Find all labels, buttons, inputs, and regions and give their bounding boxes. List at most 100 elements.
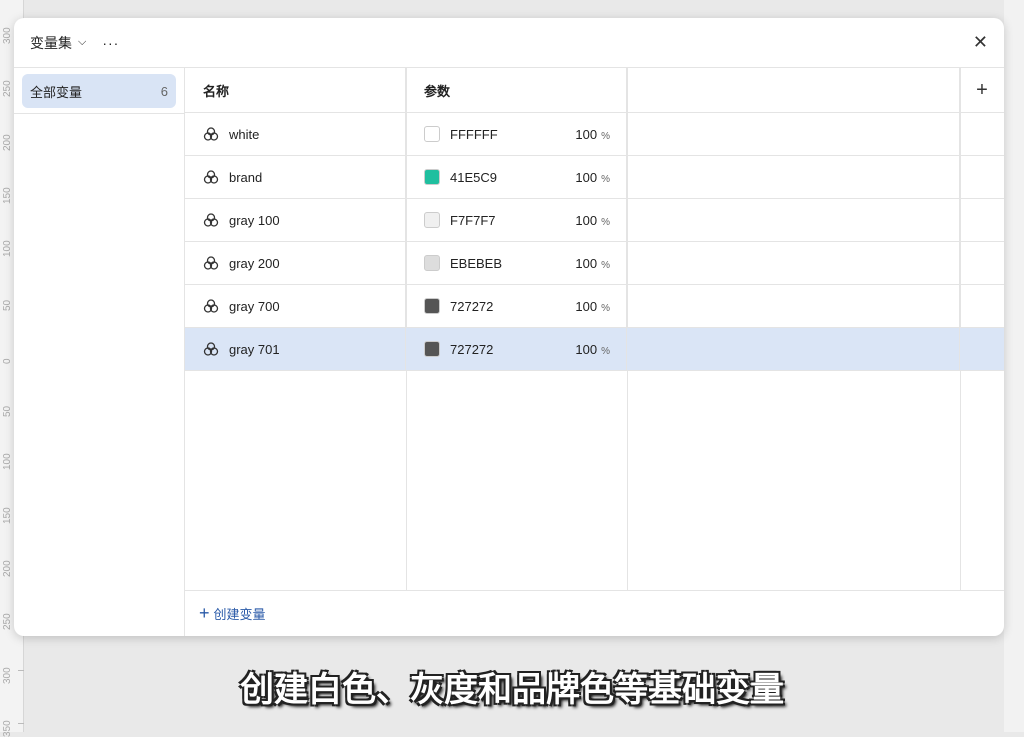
variable-name: gray 701 — [229, 341, 280, 357]
variable-value-cell[interactable]: F7F7F7 100% — [406, 199, 627, 241]
variable-name-cell[interactable]: gray 200 — [185, 242, 406, 284]
opacity-number: 100 — [575, 341, 598, 357]
variable-name: gray 100 — [229, 212, 280, 228]
table-header: 名称 参数 + — [185, 68, 1004, 113]
close-icon[interactable]: ✕ — [973, 32, 988, 53]
hex-value[interactable]: FFFFFF — [450, 127, 498, 142]
opacity-number: 100 — [575, 126, 598, 142]
empty-cell — [960, 113, 1004, 155]
variable-name-cell[interactable]: white — [185, 113, 406, 155]
variable-name-cell[interactable]: gray 701 — [185, 328, 406, 370]
table-row[interactable]: gray 100 F7F7F7 100% — [185, 199, 1004, 242]
percent-unit: % — [601, 302, 610, 314]
create-variable-label: 创建变量 — [213, 607, 266, 622]
ruler-label: 100 — [2, 453, 13, 471]
ruler-label: 200 — [2, 133, 13, 151]
variable-name-cell[interactable]: brand — [185, 156, 406, 198]
hex-value[interactable]: 727272 — [450, 299, 493, 314]
color-variable-icon — [203, 169, 219, 185]
color-swatch[interactable] — [424, 169, 440, 185]
ruler-label: 100 — [2, 240, 13, 258]
color-swatch[interactable] — [424, 212, 440, 228]
table-row[interactable]: gray 700 727272 100% — [185, 285, 1004, 328]
percent-unit: % — [601, 130, 610, 142]
variable-name-cell[interactable]: gray 100 — [185, 199, 406, 241]
sidebar-item-label: 全部变量 — [30, 84, 83, 100]
column-header-param: 参数 — [406, 68, 627, 112]
variables-dialog: 变量集 ⌵ ··· ✕ 全部变量 6 名称 参数 + white FFFFFF 1… — [14, 18, 1004, 636]
empty-cell — [960, 199, 1004, 241]
ruler-label: 150 — [2, 187, 13, 204]
opacity-value[interactable]: 100% — [575, 299, 610, 314]
percent-unit: % — [601, 173, 610, 185]
column-header-name: 名称 — [185, 68, 406, 112]
empty-cell — [627, 199, 960, 241]
collection-title[interactable]: 变量集 — [30, 33, 72, 53]
hex-value[interactable]: 41E5C9 — [450, 170, 497, 185]
hex-value[interactable]: 727272 — [450, 342, 493, 357]
ruler-label: 300 — [2, 27, 13, 44]
color-variable-icon — [203, 341, 219, 357]
opacity-value[interactable]: 100% — [575, 256, 610, 271]
opacity-value[interactable]: 100% — [575, 170, 610, 185]
color-swatch[interactable] — [424, 126, 440, 142]
opacity-number: 100 — [575, 212, 598, 228]
percent-unit: % — [601, 345, 610, 357]
table-row[interactable]: brand 41E5C9 100% — [185, 156, 1004, 199]
opacity-value[interactable]: 100% — [575, 213, 610, 228]
variable-name: gray 200 — [229, 255, 280, 271]
video-caption: 创建白色、灰度和品牌色等基础变量 — [240, 670, 784, 710]
opacity-value[interactable]: 100% — [575, 342, 610, 357]
variable-value-cell[interactable]: 727272 100% — [406, 285, 627, 327]
variable-name-cell[interactable]: gray 700 — [185, 285, 406, 327]
sidebar-item-all-variables[interactable]: 全部变量 6 — [22, 74, 176, 108]
ruler-label: 50 — [2, 299, 13, 311]
more-options-icon[interactable]: ··· — [102, 35, 119, 51]
canvas-background — [1004, 0, 1024, 732]
color-swatch[interactable] — [424, 255, 440, 271]
hex-value[interactable]: EBEBEB — [450, 256, 502, 271]
percent-unit: % — [601, 259, 610, 271]
variables-table: 名称 参数 + white FFFFFF 100% brand 41E5C9 100… — [185, 68, 1004, 636]
color-variable-icon — [203, 212, 219, 228]
variable-value-cell[interactable]: EBEBEB 100% — [406, 242, 627, 284]
table-row[interactable]: white FFFFFF 100% — [185, 113, 1004, 156]
variable-name: white — [229, 126, 260, 142]
percent-unit: % — [601, 216, 610, 228]
table-row[interactable]: gray 200 EBEBEB 100% — [185, 242, 1004, 285]
column-header-empty — [627, 68, 960, 112]
color-swatch[interactable] — [424, 298, 440, 314]
chevron-down-icon[interactable]: ⌵ — [78, 36, 86, 49]
ruler-label: 250 — [2, 613, 13, 631]
opacity-value[interactable]: 100% — [575, 127, 610, 142]
empty-cell — [627, 285, 960, 327]
ruler-label: 0 — [2, 358, 13, 364]
variable-value-cell[interactable]: 727272 100% — [406, 328, 627, 370]
variable-value-cell[interactable]: 41E5C9 100% — [406, 156, 627, 198]
empty-cell — [960, 242, 1004, 284]
empty-cell — [960, 328, 1004, 370]
create-variable-button[interactable]: + 创建变量 — [185, 590, 1004, 636]
color-variable-icon — [203, 126, 219, 142]
ruler-label: 50 — [2, 405, 13, 418]
empty-cell — [627, 242, 960, 284]
hex-value[interactable]: F7F7F7 — [450, 213, 496, 228]
color-variable-icon — [203, 298, 219, 314]
ruler-label: 350 — [2, 720, 13, 737]
variable-value-cell[interactable]: FFFFFF 100% — [406, 113, 627, 155]
opacity-number: 100 — [575, 255, 598, 271]
ruler-tick — [18, 722, 24, 724]
dialog-header: 变量集 ⌵ ··· — [14, 18, 1004, 68]
plus-icon: + — [199, 603, 210, 623]
add-column-button[interactable]: + — [960, 68, 1004, 112]
opacity-number: 100 — [575, 298, 598, 314]
ruler-label: 150 — [2, 507, 13, 524]
empty-cell — [627, 156, 960, 198]
table-row[interactable]: gray 701 727272 100% — [185, 328, 1004, 371]
variable-name: brand — [229, 169, 263, 185]
sidebar: 全部变量 6 — [14, 68, 185, 636]
opacity-number: 100 — [575, 169, 598, 185]
empty-cell — [960, 285, 1004, 327]
color-swatch[interactable] — [424, 341, 440, 357]
color-variable-icon — [203, 255, 219, 271]
